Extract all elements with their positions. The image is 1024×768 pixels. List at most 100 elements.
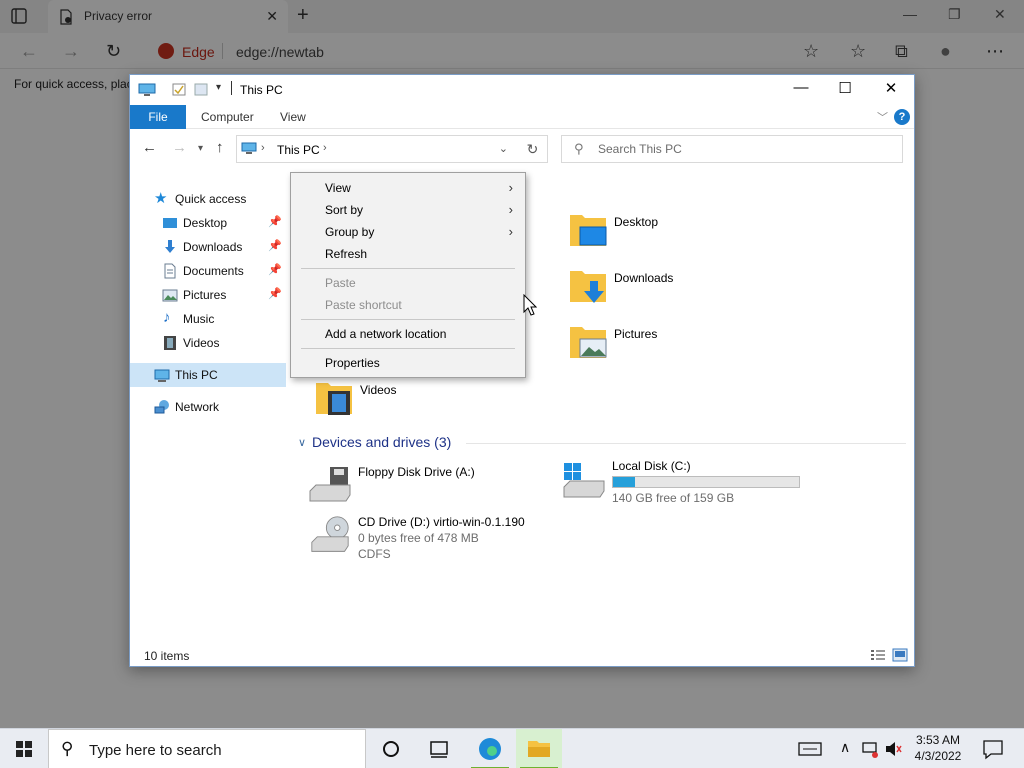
menu-item-properties[interactable]: Properties	[293, 352, 523, 374]
taskbar-explorer-button[interactable]	[516, 729, 562, 768]
drive-local-c[interactable]: Local Disk (C:) 140 GB free of 159 GB	[562, 459, 822, 515]
taskbar-search-input[interactable]	[89, 740, 349, 760]
refresh-button[interactable]: ↻	[518, 135, 548, 163]
drive-filesystem: CDFS	[358, 547, 391, 561]
details-view-icon[interactable]	[870, 648, 886, 662]
drive-usage-bar	[612, 476, 800, 488]
search-icon: ⚲	[61, 739, 74, 758]
browser-restore-button[interactable]: ❐	[948, 6, 961, 23]
close-button[interactable]: ✕	[868, 79, 914, 101]
folder-videos[interactable]: Videos	[314, 377, 544, 427]
qat-dropdown-icon[interactable]: ▾	[216, 82, 230, 95]
browser-tab[interactable]: Privacy error ✕	[48, 0, 288, 33]
menu-item-paste-shortcut: Paste shortcut	[293, 294, 523, 316]
nav-desktop[interactable]: Desktop 📌	[130, 211, 286, 235]
nav-label: This PC	[175, 368, 218, 382]
task-view-icon	[430, 741, 448, 758]
forward-arrow-icon[interactable]: →	[62, 41, 80, 62]
address-dropdown-icon[interactable]: ⌄	[499, 142, 508, 155]
drive-floppy[interactable]: Floppy Disk Drive (A:)	[308, 465, 568, 521]
this-pc-icon	[241, 142, 257, 154]
nav-label: Music	[183, 312, 215, 326]
nav-label: Desktop	[183, 216, 228, 230]
nav-label: Videos	[183, 336, 220, 350]
nav-downloads[interactable]: Downloads 📌	[130, 235, 286, 259]
taskbar-edge-button[interactable]	[467, 729, 513, 768]
large-icons-view-icon[interactable]	[892, 648, 908, 662]
pin-icon: 📌	[268, 288, 282, 300]
menu-label: Sort by	[325, 203, 364, 217]
folder-downloads[interactable]: Downloads	[568, 265, 798, 315]
collapse-chevron-icon[interactable]: ∨	[298, 436, 306, 449]
menu-item-sort-by[interactable]: Sort by ›	[293, 199, 523, 221]
breadcrumb-separator[interactable]: ›	[261, 142, 265, 154]
task-view-button[interactable]	[416, 729, 462, 768]
tab-computer[interactable]: Computer	[201, 105, 254, 129]
minimize-button[interactable]: —	[778, 79, 824, 101]
computer-icon[interactable]	[138, 83, 156, 96]
taskbar-search[interactable]: ⚲	[48, 729, 366, 768]
menu-item-add-network-location[interactable]: Add a network location	[293, 323, 523, 345]
tab-close-icon[interactable]: ✕	[266, 8, 278, 25]
network-status-icon[interactable]	[860, 729, 880, 768]
nav-pictures[interactable]: Pictures 📌	[130, 283, 286, 307]
cortana-circle-icon	[383, 741, 399, 757]
windows-start-icon[interactable]	[0, 729, 48, 768]
back-arrow-icon[interactable]: ←	[20, 41, 38, 62]
new-tab-button[interactable]: +	[297, 4, 309, 27]
up-button[interactable]: ↑	[216, 139, 224, 156]
browser-close-button[interactable]: ✕	[994, 6, 1006, 23]
search-input[interactable]	[598, 141, 888, 157]
search-box[interactable]: ⚲	[561, 135, 903, 163]
omnibox[interactable]: Edge edge://newtab	[150, 37, 840, 65]
tab-actions-icon[interactable]	[10, 7, 28, 25]
forward-button[interactable]: →	[172, 139, 187, 156]
nav-documents[interactable]: Documents 📌	[130, 259, 286, 283]
breadcrumb-this-pc[interactable]: This PC	[277, 143, 320, 157]
favorites-bar-hint: For quick access, plac	[14, 77, 133, 91]
tab-title: Privacy error	[84, 9, 153, 23]
folder-desktop[interactable]: Desktop	[568, 209, 798, 259]
collections-icon[interactable]: ⧉	[895, 41, 908, 62]
favorites-icon[interactable]: ☆	[850, 41, 866, 62]
devices-group-header[interactable]: ∨ Devices and drives (3)	[296, 434, 910, 454]
new-folder-icon[interactable]	[194, 83, 208, 96]
back-button[interactable]: ←	[142, 139, 157, 156]
profile-avatar-icon[interactable]: ●	[940, 41, 951, 62]
folder-label: Downloads	[614, 271, 674, 285]
tab-file[interactable]: File	[130, 105, 186, 129]
nav-network[interactable]: Network	[130, 395, 286, 419]
properties-check-icon[interactable]	[172, 83, 186, 96]
nav-this-pc[interactable]: This PC	[130, 363, 286, 387]
tab-view[interactable]: View	[280, 105, 306, 129]
reload-icon[interactable]: ↻	[106, 41, 121, 62]
recent-locations-icon[interactable]: ▾	[198, 143, 203, 154]
folder-pictures[interactable]: Pictures	[568, 321, 798, 371]
omnibox-url[interactable]: edge://newtab	[236, 44, 324, 60]
desktop-icon	[163, 218, 177, 228]
show-hidden-icons-icon[interactable]: ∧	[840, 739, 850, 756]
maximize-button[interactable]: ☐	[822, 79, 868, 101]
menu-label: Paste	[325, 276, 356, 290]
expand-ribbon-icon[interactable]: ﹀	[877, 109, 888, 125]
add-favorite-icon[interactable]: ☆	[803, 41, 819, 62]
cortana-button[interactable]	[368, 729, 414, 768]
system-clock[interactable]: 3:53 AM 4/3/2022	[908, 732, 968, 764]
nav-music[interactable]: ♪ Music	[130, 307, 286, 331]
menu-item-refresh[interactable]: Refresh	[293, 243, 523, 265]
address-bar[interactable]: › This PC › ⌄	[236, 135, 547, 163]
more-options-icon[interactable]: ⋯	[986, 41, 1004, 62]
menu-item-group-by[interactable]: Group by ›	[293, 221, 523, 243]
touch-keyboard-icon[interactable]	[795, 729, 825, 768]
submenu-arrow-icon: ›	[508, 224, 513, 239]
browser-minimize-button[interactable]: —	[903, 6, 917, 22]
menu-item-view[interactable]: View ›	[293, 177, 523, 199]
breadcrumb-separator[interactable]: ›	[323, 142, 327, 154]
drive-cd-d[interactable]: CD Drive (D:) virtio-win-0.1.190 0 bytes…	[308, 515, 568, 571]
notifications-icon[interactable]	[978, 729, 1008, 768]
nav-quick-access[interactable]: ★ Quick access	[130, 187, 286, 211]
help-icon[interactable]: ?	[894, 109, 910, 125]
star-icon: ★	[154, 190, 168, 207]
volume-muted-icon[interactable]	[883, 729, 903, 768]
nav-videos[interactable]: Videos	[130, 331, 286, 355]
